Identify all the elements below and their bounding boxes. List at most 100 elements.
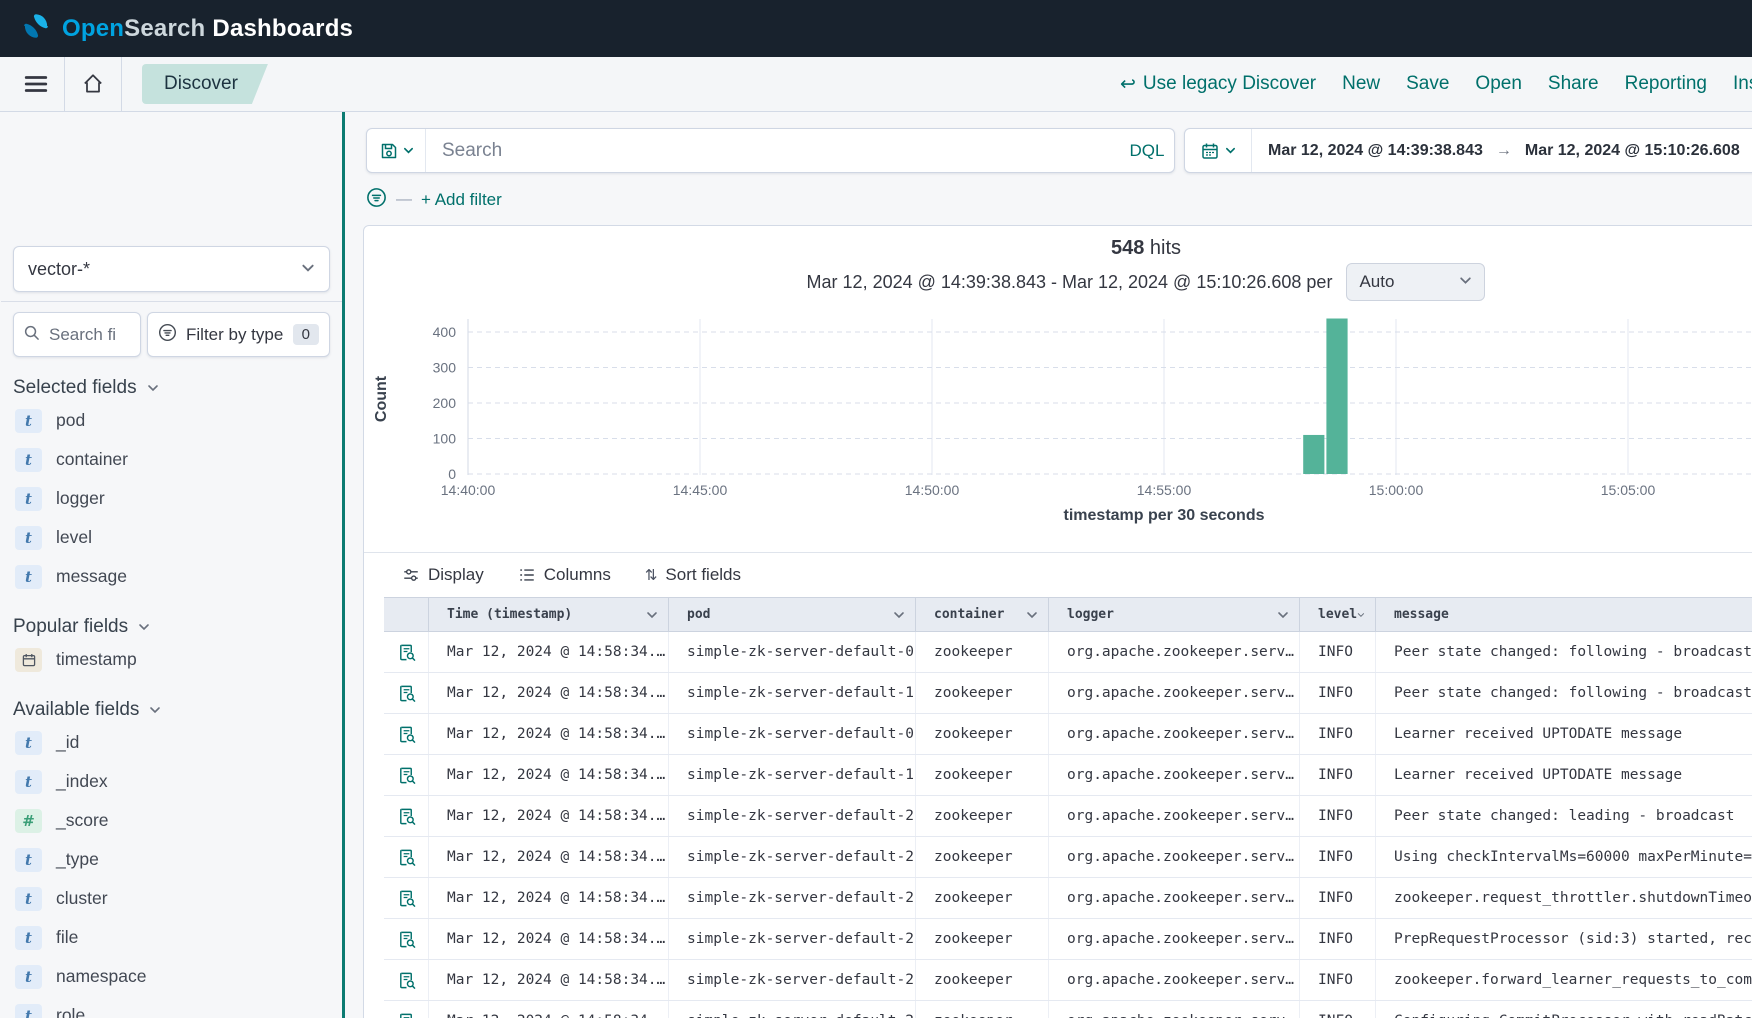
field-item-logger[interactable]: tlogger (13, 479, 330, 518)
display-button[interactable]: Display (402, 565, 484, 585)
filter-icon (158, 323, 177, 347)
column-header-container[interactable]: container (916, 598, 1049, 631)
cell-container: zookeeper (916, 919, 1049, 959)
field-item-file[interactable]: tfile (13, 918, 330, 957)
field-item-cluster[interactable]: tcluster (13, 879, 330, 918)
nav-link-save[interactable]: Save (1406, 73, 1449, 95)
table-row: Mar 12, 2024 @ 14:58:34.…simple-zk-serve… (384, 632, 1752, 673)
nav-link-open[interactable]: Open (1475, 73, 1521, 95)
field-item-timestamp[interactable]: timestamp (13, 640, 330, 679)
hits-label: hits (1150, 237, 1181, 259)
nav-link-inspect[interactable]: Inspect (1733, 73, 1752, 95)
nav-link-label: Open (1475, 73, 1521, 95)
search-input[interactable] (426, 129, 1120, 172)
x-tick-label: 14:50:00 (905, 482, 960, 498)
field-item-namespace[interactable]: tnamespace (13, 957, 330, 996)
cell-pod: simple-zk-server-default-2 (669, 796, 916, 836)
cell-message: Peer state changed: following - broadcas… (1376, 673, 1752, 713)
table-toolbar: Display Columns ⇅ Sort fields (402, 561, 1752, 589)
field-type-string-icon: t (15, 409, 42, 433)
field-name: namespace (56, 966, 146, 987)
cell-message: Learner received UPTODATE message (1376, 755, 1752, 795)
cell-message: Using checkIntervalMs=60000 maxPerMinute… (1376, 837, 1752, 877)
nav-link-use-legacy-discover[interactable]: ↩Use legacy Discover (1120, 73, 1316, 95)
field-item-container[interactable]: tcontainer (13, 440, 330, 479)
chart-subtitle-row: Mar 12, 2024 @ 14:39:38.843 - Mar 12, 20… (364, 262, 1752, 302)
field-item-pod[interactable]: tpod (13, 401, 330, 440)
inspect-document-icon[interactable] (397, 725, 416, 744)
add-filter-button[interactable]: + Add filter (421, 190, 502, 210)
inspect-document-icon[interactable] (397, 766, 416, 785)
inspect-document-icon[interactable] (397, 684, 416, 703)
calendar-menu-button[interactable] (1185, 129, 1252, 172)
field-item-index[interactable]: t_index (13, 762, 330, 801)
sort-fields-button[interactable]: ⇅ Sort fields (645, 565, 741, 585)
cell-logger: org.apache.zookeeper.serv… (1049, 673, 1300, 713)
chevron-down-icon (1459, 272, 1472, 292)
section-heading-available-fields[interactable]: Available fields (13, 697, 330, 723)
saved-query-menu-button[interactable] (367, 129, 426, 172)
column-header-level[interactable]: level (1300, 598, 1376, 631)
inspect-document-icon[interactable] (397, 848, 416, 867)
table-body: Mar 12, 2024 @ 14:58:34.…simple-zk-serve… (384, 632, 1752, 1018)
cell-pod: simple-zk-server-default-2 (669, 1001, 916, 1018)
sidebar-divider (1, 301, 342, 302)
date-from[interactable]: Mar 12, 2024 @ 14:39:38.843 (1268, 142, 1483, 160)
query-language-button[interactable]: DQL (1120, 129, 1174, 172)
field-item-level[interactable]: tlevel (13, 518, 330, 557)
nav-link-share[interactable]: Share (1548, 73, 1599, 95)
section-heading-selected-fields[interactable]: Selected fields (13, 375, 330, 401)
menu-hamburger-icon[interactable] (16, 57, 56, 111)
interval-select[interactable]: Auto (1346, 263, 1485, 301)
undo-arrow-icon: ↩ (1120, 75, 1136, 94)
field-item-score[interactable]: #_score (13, 801, 330, 840)
sort-icon: ⇅ (645, 566, 658, 584)
section-heading-popular-fields[interactable]: Popular fields (13, 614, 330, 640)
cell-time: Mar 12, 2024 @ 14:58:34.… (429, 837, 669, 877)
inspect-document-icon[interactable] (397, 889, 416, 908)
discover-sidebar: vector-* Filter by type 0 Selected field… (0, 112, 342, 1018)
inspect-document-icon[interactable] (397, 1012, 416, 1018)
field-item-id[interactable]: t_id (13, 723, 330, 762)
filter-circle-icon[interactable] (366, 187, 387, 213)
chevron-down-icon (1225, 145, 1236, 156)
field-item-role[interactable]: trole (13, 996, 330, 1018)
cell-pod: simple-zk-server-default-2 (669, 960, 916, 1000)
sidebar-resize-handle[interactable] (342, 112, 345, 1018)
inspect-document-icon[interactable] (397, 643, 416, 662)
column-header-message[interactable]: message (1376, 598, 1752, 631)
inspect-document-icon[interactable] (397, 930, 416, 949)
filter-by-type-button[interactable]: Filter by type 0 (147, 312, 330, 357)
list-icon (518, 566, 536, 584)
date-to[interactable]: Mar 12, 2024 @ 15:10:26.608 (1525, 142, 1740, 160)
field-name: cluster (56, 888, 108, 909)
hits-count-line: 548 hits (364, 236, 1752, 260)
field-search-input[interactable] (47, 324, 125, 346)
field-item-message[interactable]: tmessage (13, 557, 330, 596)
nav-bar: Discover ↩Use legacy Discover New Save Open… (0, 57, 1752, 112)
field-item-type[interactable]: t_type (13, 840, 330, 879)
column-header-logger[interactable]: logger (1049, 598, 1300, 631)
y-tick-label: 200 (433, 395, 457, 411)
columns-button[interactable]: Columns (518, 565, 611, 585)
column-header-pod[interactable]: pod (669, 598, 916, 631)
nav-link-new[interactable]: New (1342, 73, 1380, 95)
inspect-document-icon[interactable] (397, 807, 416, 826)
nav-link-reporting[interactable]: Reporting (1625, 73, 1707, 95)
home-icon[interactable] (73, 57, 113, 111)
histogram-bar[interactable]: 14:58:00: 110 (1303, 435, 1324, 474)
index-pattern-select[interactable]: vector-* (13, 246, 330, 292)
inspect-document-icon[interactable] (397, 971, 416, 990)
discover-main: DQL Mar 12, 2024 @ 14:39:38.843 → Mar 12… (363, 112, 1752, 1018)
cell-message: PrepRequestProcessor (sid:3) started, re… (1376, 919, 1752, 959)
table-header-control-column (384, 598, 429, 631)
results-panel: 548 hits Mar 12, 2024 @ 14:39:38.843 - M… (363, 225, 1752, 1018)
field-type-string-icon: t (15, 926, 42, 950)
row-control-cell (384, 919, 429, 959)
breadcrumb-discover[interactable]: Discover (142, 64, 268, 104)
column-header-time-timestamp[interactable]: Time (timestamp) (429, 598, 669, 631)
cell-message: Peer state changed: leading - broadcast (1376, 796, 1752, 836)
histogram-bar[interactable]: 14:58:30: 438 (1326, 319, 1347, 474)
cell-message: zookeeper.forward_learner_requests_to_co… (1376, 960, 1752, 1000)
x-axis-title: timestamp per 30 seconds (1064, 507, 1265, 524)
